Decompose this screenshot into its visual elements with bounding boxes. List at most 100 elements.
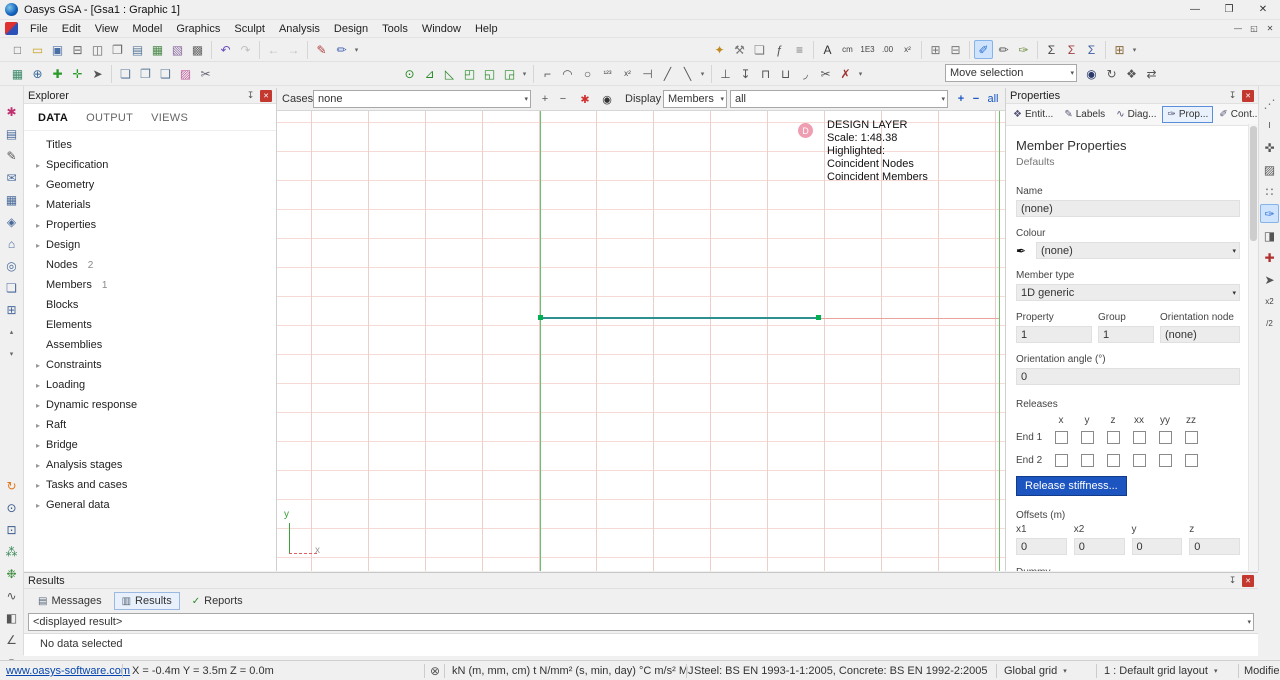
release-checkbox[interactable]	[1081, 431, 1094, 444]
display-add-button[interactable]: +	[953, 91, 969, 107]
pencil-menu-icon[interactable]: ▾	[352, 40, 361, 59]
node-number-icon[interactable]: ¹²³	[598, 64, 617, 83]
release-checkbox[interactable]	[1185, 454, 1198, 467]
scale-up-icon[interactable]: x2	[1260, 292, 1279, 311]
font-icon[interactable]: A	[818, 40, 837, 59]
menu-model[interactable]: Model	[125, 20, 169, 38]
new-file-icon[interactable]: □	[8, 40, 27, 59]
flash-icon[interactable]: ✱	[577, 91, 593, 107]
menu-edit[interactable]: Edit	[55, 20, 88, 38]
error-status-icon[interactable]: ⊗	[430, 661, 440, 680]
brush-icon[interactable]: ✑	[1014, 40, 1033, 59]
menu-sculpt[interactable]: Sculpt	[227, 20, 272, 38]
add-node-icon[interactable]: ⊙	[400, 64, 419, 83]
pin-icon[interactable]: ↧	[244, 90, 257, 101]
tree-item-general-data[interactable]: ▸General data	[24, 495, 276, 515]
gateway-icon[interactable]: ✱	[2, 102, 21, 121]
add-2d-member-icon[interactable]: ◱	[480, 64, 499, 83]
menu-help[interactable]: Help	[468, 20, 505, 38]
add-label-icon[interactable]: ✚	[1260, 248, 1279, 267]
graphic-view-icon[interactable]: ▦	[148, 40, 167, 59]
superscript-icon[interactable]: x²	[898, 40, 917, 59]
release-checkbox[interactable]	[1159, 454, 1172, 467]
lock-icon[interactable]: ◈	[2, 212, 21, 231]
offset-z-field[interactable]: 0	[1189, 538, 1240, 555]
scrollbar-thumb[interactable]	[1250, 126, 1257, 241]
broadcast-icon[interactable]: ◉	[599, 91, 615, 107]
pointer-icon[interactable]: ➤	[1260, 270, 1279, 289]
add-2d-element-icon[interactable]: ◰	[460, 64, 479, 83]
expand-arrow-icon[interactable]: ▸	[30, 461, 46, 470]
tree-item-titles[interactable]: Titles	[24, 135, 276, 155]
preview-icon[interactable]: ❏	[750, 40, 769, 59]
expand-arrow-icon[interactable]: ▸	[30, 401, 46, 410]
scale-selection-icon[interactable]: ❖	[1122, 64, 1141, 83]
menu-file[interactable]: File	[23, 20, 55, 38]
results-tab-reports[interactable]: ✓Reports	[184, 592, 251, 610]
close-icon[interactable]: ✕	[1242, 575, 1254, 587]
axes-icon[interactable]: ⊣	[638, 64, 657, 83]
line-menu-icon[interactable]: ▾	[698, 64, 707, 83]
pin-icon[interactable]: ↧	[1226, 90, 1239, 101]
properties-tab-properties[interactable]: ✑Prop...	[1162, 106, 1213, 123]
select-cut-icon[interactable]: ✂	[196, 64, 215, 83]
drawing-canvas[interactable]: D DESIGN LAYER Scale: 1:48.38 Highlighte…	[277, 111, 1005, 571]
print-preview-icon[interactable]: ◫	[88, 40, 107, 59]
report-view-icon[interactable]: ▩	[188, 40, 207, 59]
expand-arrow-icon[interactable]: ▸	[30, 241, 46, 250]
tree-item-tasks-and-cases[interactable]: ▸Tasks and cases	[24, 475, 276, 495]
menu-graphics[interactable]: Graphics	[169, 20, 227, 38]
expand-arrow-icon[interactable]: ▸	[30, 421, 46, 430]
chart-icon[interactable]: ▦	[2, 190, 21, 209]
add-line-icon[interactable]: ✛	[68, 64, 87, 83]
select-grid-icon[interactable]: ▦	[8, 64, 27, 83]
displayed-result-dropdown[interactable]: <displayed result> ▾	[28, 613, 1254, 631]
highlighter-icon[interactable]: ✐	[974, 40, 993, 59]
pin-labels-icon[interactable]: ✜	[1260, 138, 1279, 157]
adjust-icon[interactable]: ◨	[1260, 226, 1279, 245]
maximize-button[interactable]: ❐	[1212, 0, 1246, 20]
node-marker[interactable]	[816, 315, 821, 320]
line-split-icon[interactable]: ╱	[658, 64, 677, 83]
save-icon[interactable]: ▣	[48, 40, 67, 59]
offset-x2-field[interactable]: 0	[1074, 538, 1125, 555]
child-minimize-button[interactable]: —	[1230, 21, 1246, 36]
menu-window[interactable]: Window	[415, 20, 468, 38]
add-element-icon[interactable]: ⊿	[420, 64, 439, 83]
hammer-icon[interactable]: ⚒	[730, 40, 749, 59]
section-display-icon[interactable]: I	[1260, 116, 1279, 135]
sculpt-tool-icon[interactable]: ✎	[2, 146, 21, 165]
exponent-icon[interactable]: 1E3	[858, 40, 877, 59]
tree-item-analysis-stages[interactable]: ▸Analysis stages	[24, 455, 276, 475]
sculpt-menu-icon[interactable]: ▾	[856, 64, 865, 83]
sum-case-icon[interactable]: Σ	[1082, 40, 1101, 59]
child-restore-button[interactable]: ◱	[1246, 21, 1262, 36]
tree-item-raft[interactable]: ▸Raft	[24, 415, 276, 435]
function-icon[interactable]: ƒ	[770, 40, 789, 59]
tree-item-materials[interactable]: ▸Materials	[24, 195, 276, 215]
menu-design[interactable]: Design	[327, 20, 375, 38]
align-icon[interactable]: ≡	[790, 40, 809, 59]
tree-item-nodes[interactable]: Nodes2	[24, 255, 276, 275]
tree-item-specification[interactable]: ▸Specification	[24, 155, 276, 175]
table-view-icon[interactable]: ▤	[128, 40, 147, 59]
table-edit-menu-icon[interactable]: ▾	[1130, 40, 1139, 59]
layers-icon[interactable]: ◧	[2, 608, 21, 627]
polyline-icon[interactable]: ⌐	[538, 64, 557, 83]
tab-data[interactable]: DATA	[38, 112, 68, 124]
tree-item-assemblies[interactable]: Assemblies	[24, 335, 276, 355]
move-selection-dropdown[interactable]: Move selection ▾	[945, 64, 1077, 82]
close-icon[interactable]: ✕	[260, 90, 272, 102]
tree-item-elements[interactable]: Elements	[24, 315, 276, 335]
undo-icon[interactable]: ↶	[216, 40, 235, 59]
expand-arrow-icon[interactable]: ▸	[30, 361, 46, 370]
drop-node-icon[interactable]: ↧	[736, 64, 755, 83]
node-marker[interactable]	[538, 315, 543, 320]
drag-handle-icon[interactable]: ⋰	[1260, 94, 1279, 113]
tree-item-members[interactable]: Members1	[24, 275, 276, 295]
menu-analysis[interactable]: Analysis	[272, 20, 327, 38]
release-checkbox[interactable]	[1185, 431, 1198, 444]
child-close-button[interactable]: ✕	[1262, 21, 1278, 36]
circle-icon[interactable]: ○	[578, 64, 597, 83]
sum-envelope-icon[interactable]: Σ	[1062, 40, 1081, 59]
